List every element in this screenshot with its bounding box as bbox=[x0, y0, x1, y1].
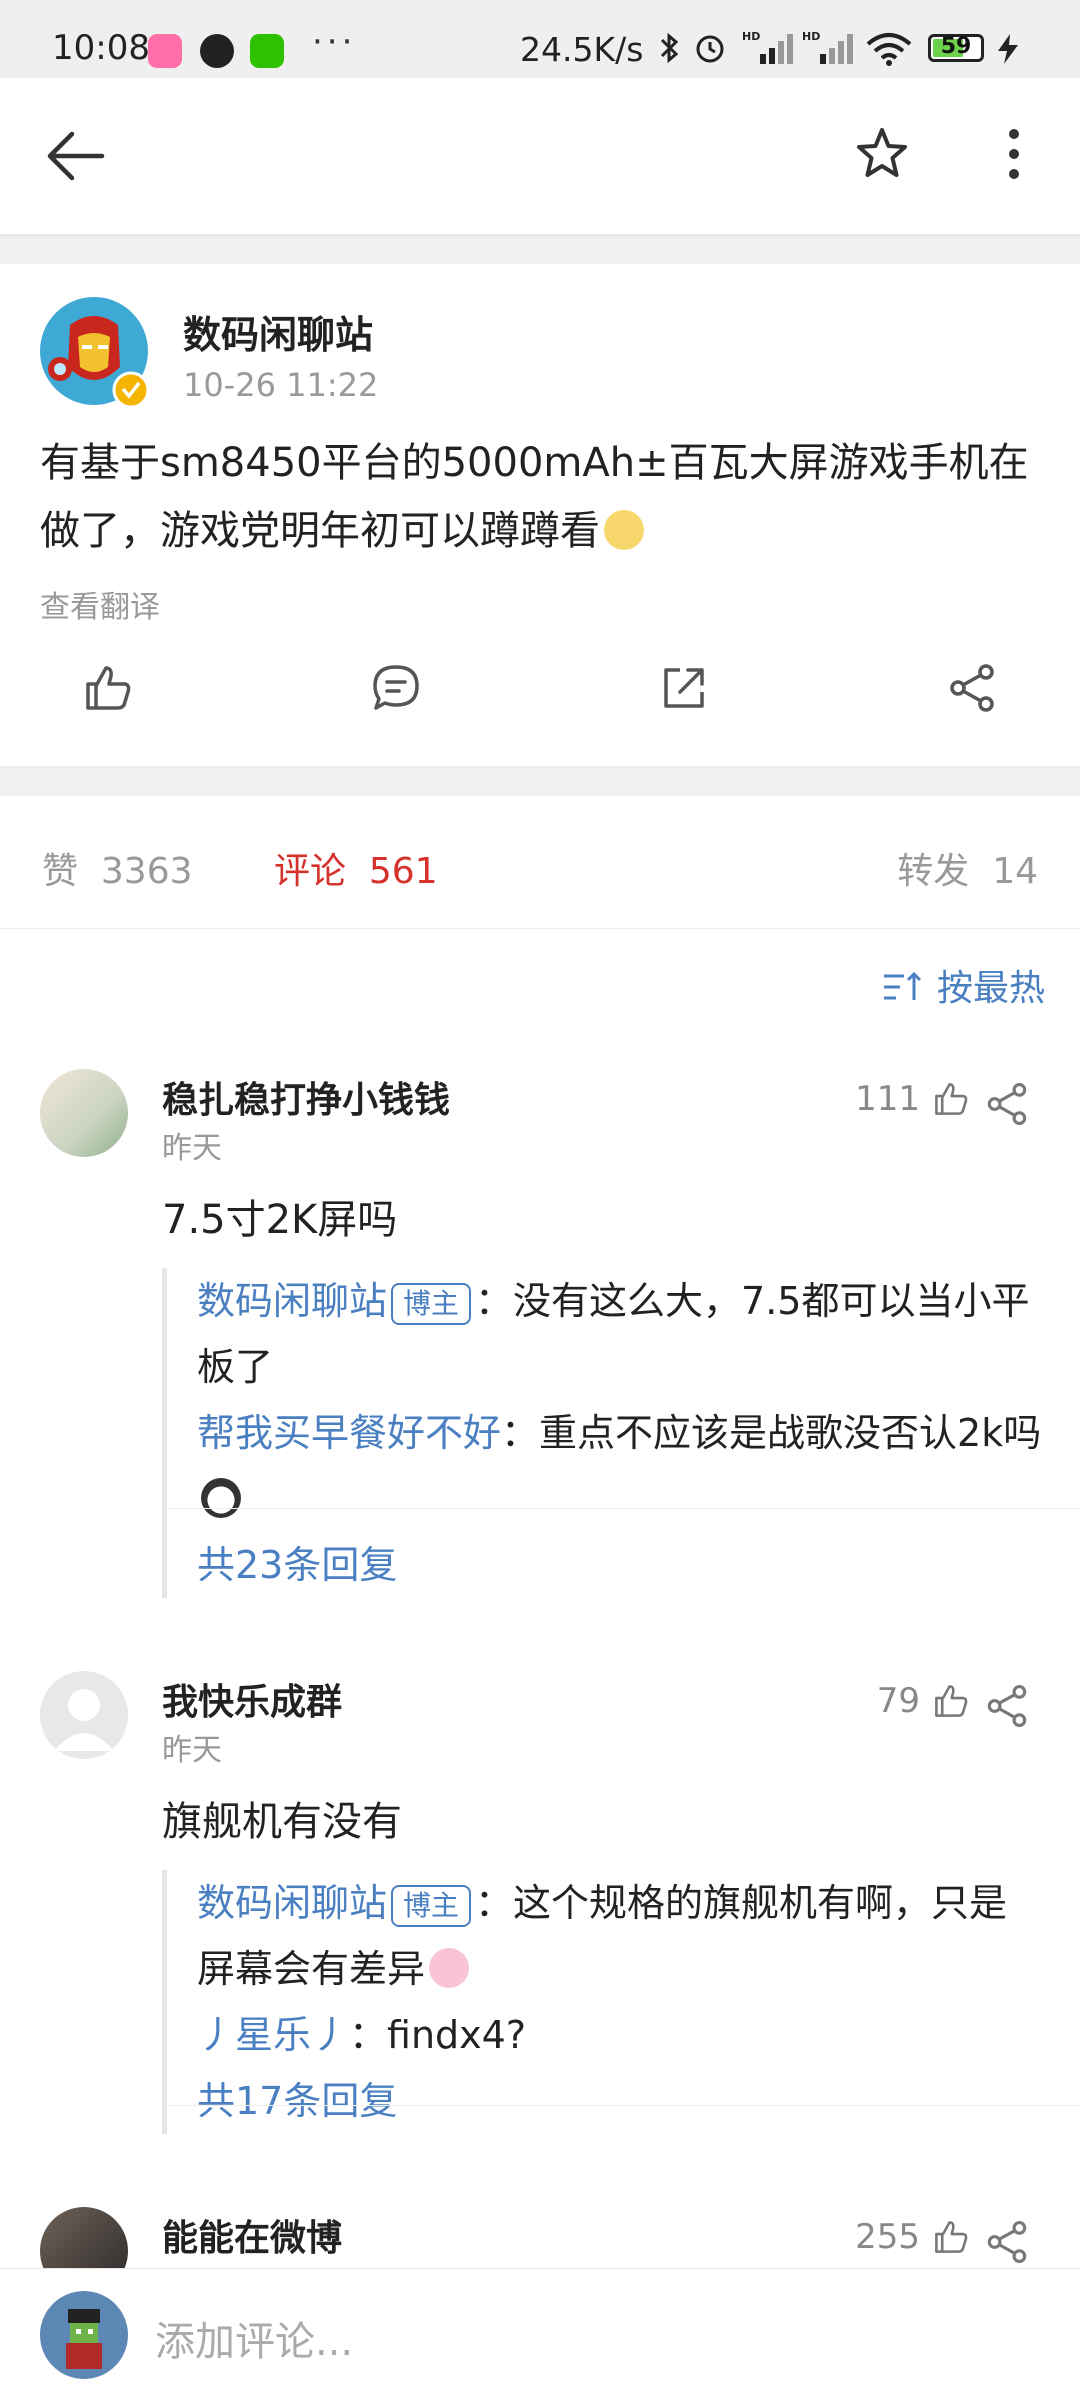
comment-like-button[interactable]: 79 bbox=[877, 1681, 970, 1721]
translate-link[interactable]: 查看翻译 bbox=[40, 582, 160, 626]
reply-text: ：重点不应该是战歌没否认2k吗 bbox=[501, 1411, 1042, 1455]
comment-time: 昨天 bbox=[162, 1131, 222, 1166]
comment-share-icon[interactable] bbox=[984, 1683, 1030, 1729]
network-speed: 24.5K/s bbox=[520, 30, 644, 69]
pixel-avatar-image bbox=[66, 2309, 102, 2369]
alarm-icon bbox=[696, 35, 724, 63]
signal-hd-label-2: HD bbox=[802, 30, 820, 43]
reply-item[interactable]: 帮我买早餐好不好：重点不应该是战歌没否认2k吗 bbox=[197, 1400, 1042, 1532]
battery-icon: 59 bbox=[928, 34, 984, 62]
default-avatar-icon bbox=[54, 1689, 114, 1751]
reply-item[interactable]: 丿星乐丿：findx4? bbox=[197, 2002, 1042, 2068]
shy-emoji-icon bbox=[604, 510, 644, 550]
comments-list: 按最热 稳扎稳打挣小钱钱 昨天 111 7.5寸2K屏吗 数码闲聊站 博主 ：没有这… bbox=[0, 929, 1080, 2269]
reply-author[interactable]: 数码闲聊站 bbox=[197, 1279, 387, 1323]
post-text-content: 有基于sm8450平台的5000mAh±百瓦大屏游戏手机在做了，游戏党明年初可以… bbox=[40, 440, 1029, 554]
thumb-up-icon bbox=[935, 1685, 968, 1717]
commenter-avatar[interactable] bbox=[40, 1069, 128, 1157]
comment-time: 昨天 bbox=[162, 1733, 222, 1768]
comment-bubble-icon[interactable] bbox=[370, 662, 422, 714]
star-favorite-icon[interactable] bbox=[854, 126, 910, 182]
bluetooth-icon bbox=[660, 32, 679, 64]
commenter-avatar[interactable] bbox=[40, 1671, 128, 1759]
wechat-app-icon bbox=[250, 34, 284, 68]
sort-icon bbox=[883, 971, 921, 1000]
signal-hd-label-1: HD bbox=[742, 30, 760, 43]
blogger-tag: 博主 bbox=[391, 1282, 472, 1325]
back-arrow-icon[interactable] bbox=[44, 128, 106, 184]
verified-badge-icon bbox=[112, 371, 150, 409]
view-replies-link[interactable]: 共17条回复 bbox=[197, 2068, 1042, 2134]
comment-text: 旗舰机有没有 bbox=[162, 1799, 402, 1845]
comment-divider bbox=[162, 2105, 1080, 2106]
comments-label: 评论 bbox=[274, 851, 347, 892]
comments-count: 561 bbox=[368, 851, 438, 892]
status-bar: 10:08 ··· 24.5K/s HD HD 59 bbox=[0, 0, 1080, 78]
post-stats-tabs: 赞 3363 评论 561 转发 14 bbox=[0, 796, 1080, 929]
reply-item[interactable]: 数码闲聊站 博主 ：这个规格的旗舰机有啊，只是屏幕会有差异 bbox=[197, 1870, 1042, 2002]
top-app-bar bbox=[0, 78, 1080, 234]
commenter-name[interactable]: 能能在微博 bbox=[162, 2209, 342, 2261]
comment-like-button[interactable]: 255 bbox=[855, 2217, 970, 2257]
reply-author[interactable]: 数码闲聊站 bbox=[197, 1881, 387, 1925]
comment-text: 7.5寸2K屏吗 bbox=[162, 1197, 398, 1243]
signal-icon-2: HD bbox=[802, 30, 853, 64]
comment-share-icon[interactable] bbox=[984, 2219, 1030, 2265]
reply-thread: 数码闲聊站 博主 ：没有这么大，7.5都可以当小平板了 帮我买早餐好不好：重点不应该… bbox=[162, 1268, 1042, 1598]
post-time: 10-26 11:22 bbox=[183, 366, 379, 404]
reply-author[interactable]: 丿星乐丿 bbox=[197, 2013, 349, 2057]
comment-like-count: 111 bbox=[855, 1079, 920, 1119]
comment-like-button[interactable]: 111 bbox=[855, 1079, 970, 1119]
share-icon[interactable] bbox=[946, 662, 998, 714]
status-time: 10:08 bbox=[52, 28, 150, 68]
comment-item: 稳扎稳打挣小钱钱 昨天 111 7.5寸2K屏吗 数码闲聊站 博主 ：没有这么大，7… bbox=[0, 1069, 1080, 1598]
tab-likes[interactable]: 赞 3363 bbox=[42, 842, 193, 894]
my-avatar[interactable] bbox=[40, 2291, 128, 2379]
thumb-up-icon bbox=[935, 2221, 968, 2253]
tab-reposts[interactable]: 转发 14 bbox=[897, 842, 1038, 894]
reply-text: ：findx4? bbox=[349, 2013, 526, 2057]
thumb-up-icon bbox=[935, 1083, 968, 1115]
sort-hot-button[interactable]: 按最热 bbox=[882, 959, 1045, 1011]
charging-icon bbox=[998, 34, 1018, 64]
likes-count: 3363 bbox=[100, 851, 193, 892]
comment-item: 能能在微博 昨天 255 bbox=[0, 2207, 1080, 2269]
panda-emoji-icon bbox=[201, 1478, 241, 1518]
reply-author[interactable]: 帮我买早餐好不好 bbox=[197, 1411, 501, 1455]
likes-label: 赞 bbox=[42, 851, 79, 892]
signal-icon-1: HD bbox=[742, 30, 793, 64]
commenter-avatar[interactable] bbox=[40, 2207, 128, 2269]
repost-external-icon[interactable] bbox=[658, 662, 710, 714]
camera-app-icon bbox=[200, 34, 234, 68]
comment-item: 我快乐成群 昨天 79 旗舰机有没有 数码闲聊站 博主 ：这个规格的旗舰机有啊，只是… bbox=[0, 1671, 1080, 2134]
like-thumb-icon[interactable] bbox=[82, 662, 134, 714]
comment-like-count: 79 bbox=[876, 1681, 920, 1721]
battery-level: 59 bbox=[940, 34, 972, 59]
tab-comments[interactable]: 评论 561 bbox=[274, 842, 438, 894]
add-comment-input[interactable]: 添加评论... bbox=[155, 2309, 353, 2367]
post-card: 数码闲聊站 10-26 11:22 有基于sm8450平台的5000mAh±百瓦… bbox=[0, 264, 1080, 766]
bottom-comment-bar: 添加评论... bbox=[0, 2268, 1080, 2401]
comment-like-count: 255 bbox=[855, 2217, 920, 2257]
post-text: 有基于sm8450平台的5000mAh±百瓦大屏游戏手机在做了，游戏党明年初可以… bbox=[40, 429, 1040, 565]
comment-divider bbox=[162, 1508, 1080, 1509]
more-notifications-icon: ··· bbox=[312, 22, 357, 62]
reposts-count: 14 bbox=[992, 851, 1038, 892]
commenter-name[interactable]: 稳扎稳打挣小钱钱 bbox=[162, 1071, 450, 1123]
comment-share-icon[interactable] bbox=[984, 1081, 1030, 1127]
sort-label: 按最热 bbox=[936, 968, 1045, 1009]
post-author-name[interactable]: 数码闲聊站 bbox=[183, 304, 373, 359]
reposts-label: 转发 bbox=[897, 851, 970, 892]
bunny-emoji-icon bbox=[429, 1948, 470, 1988]
view-replies-link[interactable]: 共23条回复 bbox=[197, 1532, 1042, 1598]
commenter-name[interactable]: 我快乐成群 bbox=[162, 1673, 342, 1725]
wifi-icon bbox=[866, 33, 912, 66]
reply-item[interactable]: 数码闲聊站 博主 ：没有这么大，7.5都可以当小平板了 bbox=[197, 1268, 1042, 1400]
more-options-icon[interactable] bbox=[994, 124, 1034, 184]
reply-thread: 数码闲聊站 博主 ：这个规格的旗舰机有啊，只是屏幕会有差异 丿星乐丿：findx4?… bbox=[162, 1870, 1042, 2134]
bilibili-app-icon bbox=[148, 34, 182, 68]
blogger-tag: 博主 bbox=[391, 1884, 472, 1927]
